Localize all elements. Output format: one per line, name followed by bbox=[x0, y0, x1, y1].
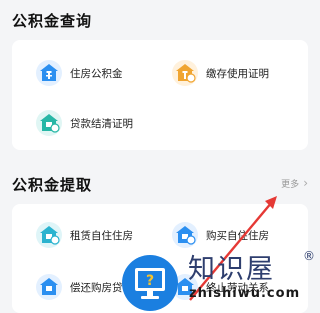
withdraw-item-repay-loan[interactable]: 偿还购房贷 bbox=[36, 274, 123, 300]
query-item-deposit-certificate[interactable]: 缴存使用证明 bbox=[172, 60, 269, 86]
query-item-label: 住房公积金 bbox=[70, 67, 123, 80]
repay-loan-icon bbox=[36, 274, 62, 300]
house-fund-icon bbox=[36, 60, 62, 86]
watermark-brand: 知识屋 bbox=[188, 254, 275, 285]
withdraw-item-label: 租赁自住住房 bbox=[70, 229, 133, 242]
withdraw-section-title: 公积金提取 bbox=[12, 176, 93, 194]
rent-housing-icon bbox=[36, 222, 62, 248]
withdraw-item-rent[interactable]: 租赁自住住房 bbox=[36, 222, 133, 248]
query-item-label: 贷款结清证明 bbox=[70, 117, 133, 130]
query-item-house-fund[interactable]: 住房公积金 bbox=[36, 60, 123, 86]
svg-text:?: ? bbox=[146, 273, 154, 289]
withdraw-item-purchase[interactable]: 购买自住住房 bbox=[172, 222, 269, 248]
purchase-housing-icon bbox=[172, 222, 198, 248]
chevron-right-icon: › bbox=[303, 176, 308, 190]
withdraw-item-label: 偿还购房贷 bbox=[70, 281, 123, 294]
more-link[interactable]: 更多 › bbox=[281, 176, 308, 190]
withdraw-item-label: 购买自住住房 bbox=[206, 229, 269, 242]
query-card: 住房公积金 缴存使用证明 贷款结清证明 bbox=[12, 40, 308, 150]
watermark-domain: zhishiwu.com bbox=[189, 286, 301, 301]
watermark-logo-icon: ? bbox=[122, 255, 178, 311]
deposit-certificate-icon bbox=[172, 60, 198, 86]
more-label: 更多 bbox=[281, 179, 300, 190]
loan-settlement-icon bbox=[36, 110, 62, 136]
watermark-registered-mark: ® bbox=[303, 249, 315, 263]
query-item-label: 缴存使用证明 bbox=[206, 67, 269, 80]
query-section-title: 公积金查询 bbox=[12, 12, 93, 30]
query-item-loan-settlement[interactable]: 贷款结清证明 bbox=[36, 110, 133, 136]
